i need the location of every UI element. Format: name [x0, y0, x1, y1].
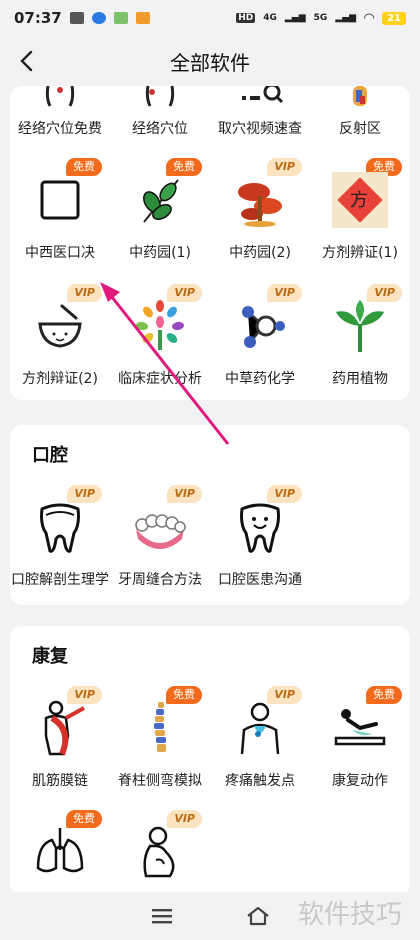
section-card-rehab: 康复 VIP 肌筋膜链 免费 脊柱侧弯模拟 VIP 疼痛触发点 免费 康复动作 …	[10, 626, 410, 896]
net-4g-indicator: 4G	[263, 13, 277, 23]
app-label: 口腔医患沟通	[218, 572, 302, 588]
square-icon	[40, 180, 80, 220]
app-label: 反射区	[339, 121, 381, 137]
section-title: 口腔	[32, 445, 68, 466]
app-label: 方剂辩证(2)	[22, 371, 98, 387]
app-item[interactable]: 免费 方 方剂辨证(1)	[310, 158, 410, 278]
section-card-tcm: 经络穴位免费 经络穴位 取穴视频速查 反射区 免费 中西医口决 免费 中药园(1…	[10, 86, 410, 400]
app-item[interactable]: 经络穴位免费	[10, 86, 110, 146]
app-item[interactable]: 取穴视频速查	[210, 86, 310, 146]
back-button[interactable]	[12, 46, 42, 76]
app-item[interactable]: VIP 疼痛触发点	[210, 686, 310, 806]
app-label: 中药园(1)	[129, 245, 191, 261]
app-item[interactable]: VIP 药用植物	[310, 284, 410, 404]
app-item[interactable]: 免费 康复动作	[310, 686, 410, 806]
herb-leaf-icon	[143, 179, 179, 223]
app-label: 方剂辨证(1)	[322, 245, 398, 261]
notification-icon	[69, 12, 84, 24]
lungs-icon	[36, 828, 84, 873]
signal-icon: ▂▄▆	[335, 13, 357, 23]
home-button[interactable]	[243, 901, 273, 931]
exercise-icon	[334, 709, 386, 746]
app-label: 疼痛触发点	[225, 773, 295, 789]
mushroom-icon	[238, 183, 282, 227]
colorful-tree-icon	[136, 300, 184, 350]
app-item[interactable]: 反射区	[310, 86, 410, 146]
app-notification-icon	[135, 12, 150, 24]
app-label: 经络穴位免费	[18, 121, 102, 137]
mortar-icon	[38, 304, 82, 348]
app-item[interactable]: VIP 中草药化学	[210, 284, 310, 404]
app-item[interactable]: VIP 肌筋膜链	[10, 686, 110, 806]
app-item[interactable]: 免费 中西医口决	[10, 158, 110, 278]
menu-button[interactable]	[147, 901, 177, 931]
app-label: 中西医口决	[25, 245, 95, 261]
app-item[interactable]: VIP 牙周缝合方法	[110, 485, 210, 605]
pain-body-icon	[240, 702, 280, 755]
app-label: 肌筋膜链	[32, 773, 88, 789]
menu-icon	[152, 909, 172, 924]
app-label: 口腔解剖生理学	[11, 572, 109, 588]
fang-glyph: 方	[350, 190, 368, 211]
app-label: 脊柱侧弯模拟	[118, 773, 202, 789]
signal-icon: ▂▄▆	[284, 13, 306, 23]
chevron-left-icon	[20, 50, 33, 72]
app-label: 取穴视频速查	[218, 121, 302, 137]
net-5g-indicator: 5G	[313, 13, 328, 23]
status-time: 07:37	[14, 9, 62, 27]
app-item[interactable]: VIP 方剂辩证(2)	[10, 284, 110, 404]
app-notification-icon	[113, 12, 128, 24]
section-card-dental: 口腔 VIP 口腔解剖生理学 VIP 牙周缝合方法 VIP 口腔医患沟通	[10, 425, 410, 605]
app-item[interactable]: 免费 脊柱侧弯模拟	[110, 686, 210, 806]
app-item[interactable]: VIP 口腔解剖生理学	[10, 485, 110, 605]
page-title: 全部软件	[170, 50, 250, 75]
tooth-icon	[40, 503, 80, 553]
status-bar: 07:37 HD 4G ▂▄▆ 5G ▂▄▆ ◠ 21	[0, 0, 420, 36]
foot-reflex-icon	[353, 86, 367, 106]
app-label: 中草药化学	[225, 371, 295, 387]
home-icon	[247, 906, 269, 926]
app-label: 牙周缝合方法	[118, 572, 202, 588]
smiling-tooth-icon	[240, 503, 280, 553]
app-item[interactable]: 经络穴位	[110, 86, 210, 146]
plant-sprout-icon	[336, 300, 384, 352]
video-search-icon	[242, 86, 284, 104]
dentures-icon	[135, 514, 186, 549]
app-label: 经络穴位	[132, 121, 188, 137]
app-label: 药用植物	[332, 371, 388, 387]
molecule-icon	[242, 306, 285, 348]
app-header: 全部软件	[0, 36, 420, 86]
hd-indicator: HD	[236, 13, 256, 23]
app-notification-icon	[91, 12, 106, 24]
app-item[interactable]: VIP 中药园(2)	[210, 158, 310, 278]
app-item[interactable]: 免费 中药园(1)	[110, 158, 210, 278]
wifi-icon: ◠	[364, 10, 375, 26]
muscle-chain-icon	[44, 700, 85, 756]
pregnancy-icon	[143, 826, 175, 878]
section-title: 康复	[32, 646, 68, 667]
acupoint-figure-icon	[45, 86, 75, 107]
app-label: 康复动作	[332, 773, 388, 789]
spine-icon	[154, 702, 166, 752]
app-label: 中药园(2)	[229, 245, 291, 261]
app-item[interactable]: VIP 口腔医患沟通	[210, 485, 310, 605]
battery-indicator: 21	[382, 11, 406, 25]
app-item[interactable]: VIP 临床症状分析	[110, 284, 210, 404]
app-label: 临床症状分析	[118, 371, 202, 387]
acupoint-figure-icon	[145, 86, 175, 107]
watermark: 软件技巧	[298, 900, 403, 930]
